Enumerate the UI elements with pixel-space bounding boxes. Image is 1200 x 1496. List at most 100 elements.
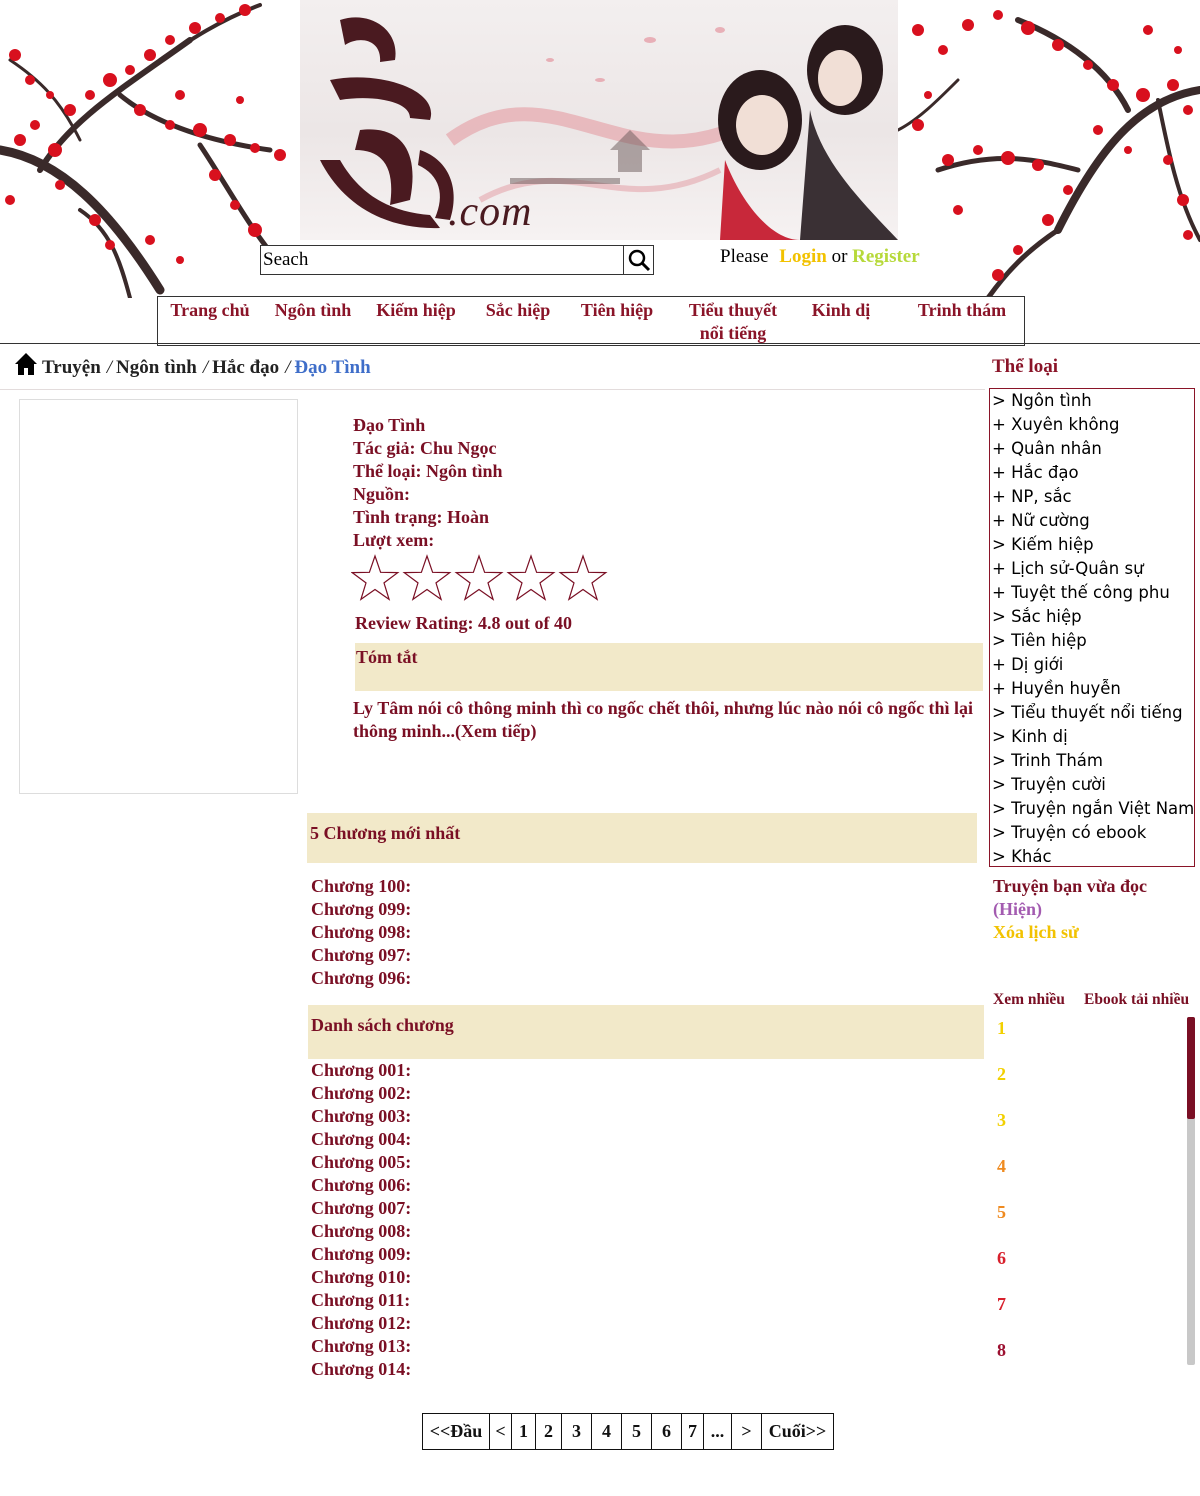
ranking-number: 3 xyxy=(997,1110,1006,1130)
ranking-scrollbar-thumb[interactable] xyxy=(1187,1017,1195,1119)
genre-item[interactable]: > Truyện ngắn Việt Nam xyxy=(992,797,1194,821)
login-link[interactable]: Login xyxy=(779,246,827,267)
genre-item[interactable]: > Tiểu thuyết nổi tiếng xyxy=(992,701,1194,725)
review-rating: Review Rating: 4.8 out of 40 xyxy=(355,613,572,633)
story-source: Nguồn: xyxy=(353,484,411,504)
star-icon[interactable] xyxy=(558,554,608,601)
story-summary[interactable]: Ly Tâm nói cô thông minh thì co ngốc chế… xyxy=(353,697,978,743)
ranking-number: 7 xyxy=(997,1294,1006,1314)
breadcrumb-item-hac-dao[interactable]: Hắc đạo xyxy=(212,357,279,378)
pagination-item[interactable]: 3 xyxy=(561,1414,591,1449)
genre-heading: Thể loại xyxy=(992,356,1058,377)
latest-chapter-item[interactable]: Chương 100: xyxy=(311,875,411,898)
genre-item[interactable]: > Truyện có ebook xyxy=(992,821,1194,845)
auth-connector: or xyxy=(831,246,848,267)
chapter-item[interactable]: Chương 014: xyxy=(311,1358,411,1381)
genre-item[interactable]: > Ngôn tình xyxy=(992,389,1194,413)
star-rating xyxy=(350,553,611,610)
search-button[interactable] xyxy=(623,246,653,274)
pagination-item[interactable]: 7 xyxy=(681,1414,703,1449)
chapter-item[interactable]: Chương 011: xyxy=(311,1289,411,1312)
nav-item-trinh-tham[interactable]: Trinh thám xyxy=(910,299,1014,322)
genre-item[interactable]: > Kiếm hiệp xyxy=(992,533,1194,557)
genre-item[interactable]: + Lịch sử-Quân sự xyxy=(992,557,1194,581)
nav-item-tien-hiep[interactable]: Tiên hiệp xyxy=(574,299,660,322)
genre-item[interactable]: > Trinh Thám xyxy=(992,749,1194,773)
ranking-number: 8 xyxy=(997,1340,1006,1360)
chapter-list: Chương 001: Chương 002: Chương 003: Chương … xyxy=(311,1059,411,1381)
pagination-item[interactable]: Cuối>> xyxy=(761,1414,833,1449)
latest-chapter-item[interactable]: Chương 096: xyxy=(311,967,411,990)
star-icon[interactable] xyxy=(350,554,400,601)
chapter-item[interactable]: Chương 012: xyxy=(311,1312,411,1335)
chapter-item[interactable]: Chương 004: xyxy=(311,1128,411,1151)
home-icon[interactable] xyxy=(14,352,38,376)
nav-item-kiem-hiep[interactable]: Kiếm hiệp xyxy=(370,299,462,322)
pagination-item[interactable]: 4 xyxy=(591,1414,621,1449)
nav-item-trang-chu[interactable]: Trang chủ xyxy=(166,299,254,322)
chapter-item[interactable]: Chương 010: xyxy=(311,1266,411,1289)
tab-most-viewed[interactable]: Xem nhiều xyxy=(993,991,1065,1009)
clear-history-link[interactable]: Xóa lịch sử xyxy=(993,922,1079,943)
genre-item[interactable]: + Quân nhân xyxy=(992,437,1194,461)
star-icon[interactable] xyxy=(506,554,556,601)
genre-item[interactable]: > Khác xyxy=(992,845,1194,869)
star-icon[interactable] xyxy=(402,554,452,601)
latest-chapters-heading: 5 Chương mới nhất xyxy=(307,813,977,863)
chapter-item[interactable]: Chương 009: xyxy=(311,1243,411,1266)
genre-item[interactable]: > Truyện cười xyxy=(992,773,1194,797)
chapter-item[interactable]: Chương 007: xyxy=(311,1197,411,1220)
breadcrumb-separator: / xyxy=(106,357,113,378)
genre-item[interactable]: + Huyền huyễn xyxy=(992,677,1194,701)
search-input[interactable] xyxy=(263,247,623,273)
genre-item[interactable]: + NP, sắc xyxy=(992,485,1194,509)
tab-ebook-downloads[interactable]: Ebook tải nhiều xyxy=(1084,991,1189,1009)
reading-history-current[interactable]: (Hiện) xyxy=(993,899,1042,920)
chapter-item[interactable]: Chương 005: xyxy=(311,1151,411,1174)
banner-illustration xyxy=(320,17,898,240)
breadcrumb-item-truyen[interactable]: Truyện xyxy=(42,357,101,378)
pagination-item[interactable]: 1 xyxy=(511,1414,535,1449)
latest-chapter-item[interactable]: Chương 097: xyxy=(311,944,411,967)
pagination-item[interactable]: 2 xyxy=(535,1414,561,1449)
story-genre[interactable]: Thể loại: Ngôn tình xyxy=(353,460,503,483)
genre-item[interactable]: + Dị giới xyxy=(992,653,1194,677)
pagination-item[interactable]: > xyxy=(731,1414,761,1449)
latest-chapter-item[interactable]: Chương 098: xyxy=(311,921,411,944)
register-link[interactable]: Register xyxy=(852,246,920,267)
nav-item-kinh-di[interactable]: Kinh dị xyxy=(804,299,878,322)
divider xyxy=(0,343,1200,344)
genre-item[interactable]: + Nữ cường xyxy=(992,509,1194,533)
reading-history-heading: Truyện bạn vừa đọc xyxy=(993,876,1147,896)
chapter-item[interactable]: Chương 013: xyxy=(311,1335,411,1358)
chapter-item[interactable]: Chương 001: xyxy=(311,1059,411,1082)
genre-item[interactable]: + Hắc đạo xyxy=(992,461,1194,485)
pagination-item[interactable]: <<Đầu xyxy=(423,1414,489,1449)
genre-list: > Ngôn tình + Xuyên không + Quân nhân + Hắc… xyxy=(989,388,1195,867)
star-icon[interactable] xyxy=(454,554,504,601)
story-author[interactable]: Tác giả: Chu Ngọc xyxy=(353,437,503,460)
genre-item[interactable]: > Kinh dị xyxy=(992,725,1194,749)
nav-item-ngon-tinh[interactable]: Ngôn tình xyxy=(268,299,358,322)
breadcrumb-item-ngon-tinh[interactable]: Ngôn tình xyxy=(116,357,197,378)
nav-item-sac-hiep[interactable]: Sắc hiệp xyxy=(476,299,560,322)
latest-chapter-item[interactable]: Chương 099: xyxy=(311,898,411,921)
ranking-list: 1 2 3 4 5 6 7 8 xyxy=(997,1018,1006,1386)
breadcrumb-current: Đạo Tình xyxy=(294,357,371,378)
chapter-item[interactable]: Chương 006: xyxy=(311,1174,411,1197)
nav-item-tieu-thuyet-noi-tieng[interactable]: Tiểu thuyết nổi tiếng xyxy=(678,299,788,345)
genre-item[interactable]: > Sắc hiệp xyxy=(992,605,1194,629)
chapter-item[interactable]: Chương 002: xyxy=(311,1082,411,1105)
pagination-item[interactable]: 5 xyxy=(621,1414,651,1449)
pagination-item[interactable]: ... xyxy=(703,1414,731,1449)
breadcrumb-separator: / xyxy=(202,357,209,378)
genre-item[interactable]: + Tuyệt thế công phu xyxy=(992,581,1194,605)
pagination-item[interactable]: 6 xyxy=(651,1414,681,1449)
chapter-item[interactable]: Chương 003: xyxy=(311,1105,411,1128)
divider xyxy=(0,389,985,390)
genre-item[interactable]: + Xuyên không xyxy=(992,413,1194,437)
ranking-number: 2 xyxy=(997,1064,1006,1084)
pagination-item[interactable]: < xyxy=(489,1414,511,1449)
genre-item[interactable]: > Tiên hiệp xyxy=(992,629,1194,653)
chapter-item[interactable]: Chương 008: xyxy=(311,1220,411,1243)
